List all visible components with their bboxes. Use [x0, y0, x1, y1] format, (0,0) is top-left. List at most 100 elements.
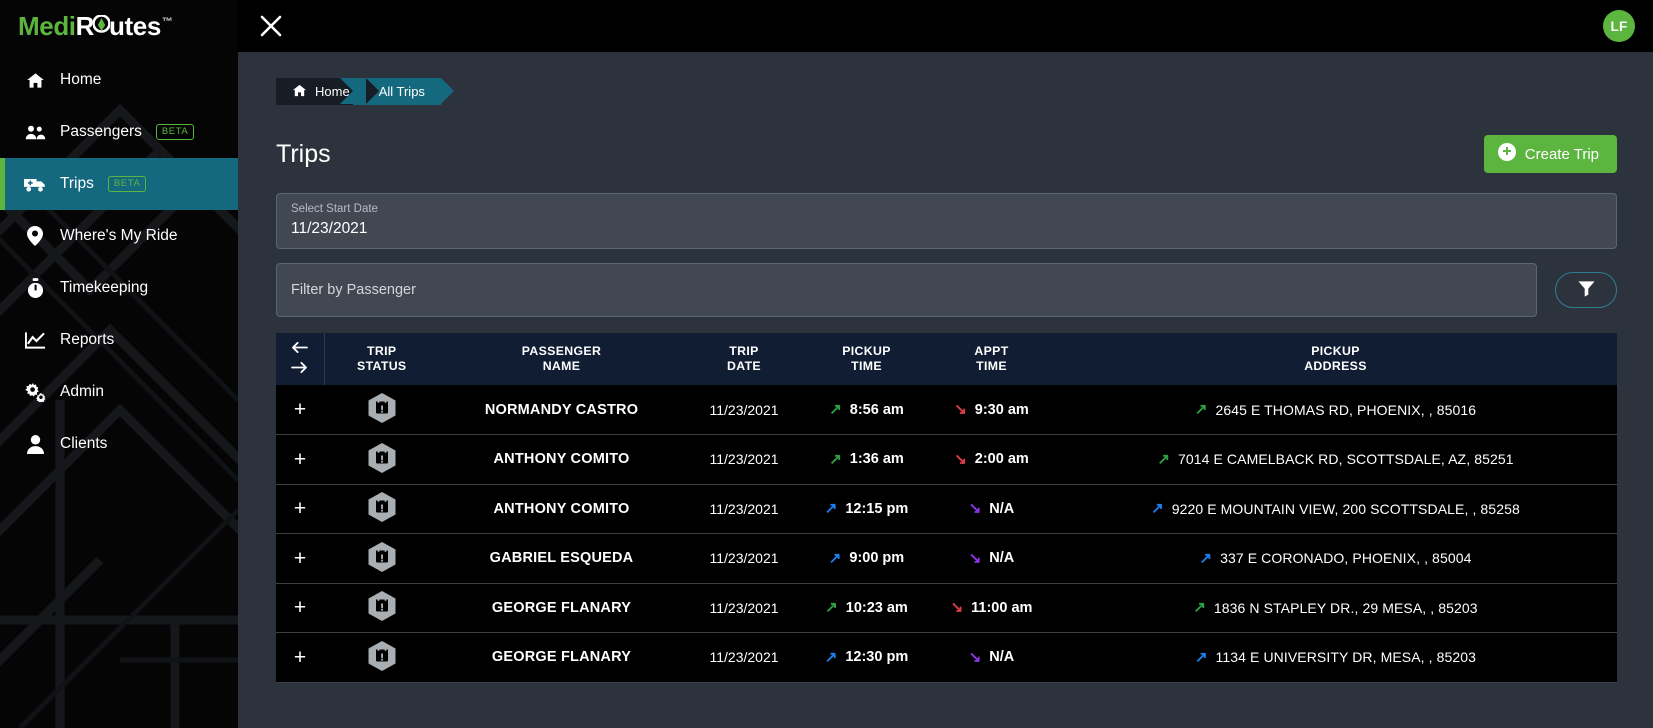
chart-line-icon: [24, 331, 46, 349]
logo-pin-icon: [93, 14, 111, 39]
header-line2: STATUS: [357, 359, 407, 373]
table-row[interactable]: + GABRIEL ESQUEDA 11/23/2021 ↗ 9:00 pm ↘ N/A ↗ 3…: [276, 533, 1617, 584]
logo-medi: Medi: [18, 10, 76, 41]
apply-filter-button[interactable]: [1555, 272, 1617, 308]
table-row[interactable]: + GEORGE FLANARY 11/23/2021 ↗ 12:30 pm ↘ N/A ↗ 1…: [276, 632, 1617, 683]
start-date-field[interactable]: Select Start Date 11/23/2021: [276, 193, 1617, 249]
row-expand-button[interactable]: +: [276, 534, 324, 584]
expand-all-toggle[interactable]: [276, 333, 325, 385]
cell-trip-date: 11/23/2021: [709, 599, 779, 616]
cell-appt-time: ↘ 9:30 am: [954, 401, 1029, 418]
row-expand-button[interactable]: +: [276, 435, 324, 485]
row-expand-button[interactable]: +: [276, 633, 324, 683]
header-line2: TIME: [976, 359, 1007, 373]
cell-pickup-time: ↗ 8:56 am: [829, 401, 904, 418]
column-header-trip-date[interactable]: TRIP DATE: [684, 333, 804, 385]
trend-up-arrow-icon: ↗: [825, 599, 838, 617]
breadcrumb-current-label: All Trips: [378, 84, 425, 99]
hexagon-calendar-alert-icon[interactable]: [367, 442, 397, 474]
header-line1: PASSENGER: [521, 344, 602, 358]
cell-trip-status: [324, 435, 439, 485]
arrow-left-icon: [291, 341, 309, 358]
sidebar-item-label: Clients: [60, 435, 108, 452]
cell-appt-time: ↘ 11:00 am: [950, 599, 1033, 617]
sidebar-item-admin[interactable]: Admin: [0, 366, 238, 418]
table-row[interactable]: + NORMANDY CASTRO 11/23/2021 ↗ 8:56 am ↘ 9:30 …: [276, 385, 1617, 435]
cell-pickup-time: ↗ 12:30 pm: [824, 648, 909, 666]
sidebar-item-label: Reports: [60, 331, 115, 348]
sidebar-item-label: Home: [60, 71, 102, 88]
logo-r: R: [75, 10, 95, 41]
sidebar-badge-beta: BETA: [155, 124, 195, 140]
trend-up-arrow-icon: ↗: [1194, 648, 1208, 666]
header-line1: PICKUP: [1311, 344, 1360, 358]
trend-up-arrow-icon: ↗: [1194, 401, 1208, 418]
trend-up-arrow-icon: ↗: [1151, 500, 1164, 518]
main-content: Home All Trips Trips Create Trip Select …: [238, 0, 1653, 728]
column-header-pickup-time[interactable]: PICKUP TIME: [804, 333, 929, 385]
column-header-pickup-address[interactable]: PICKUP ADDRESS: [1054, 333, 1617, 385]
header-line2: DATE: [727, 359, 761, 373]
logo-text: MediR utes™: [18, 11, 173, 42]
hexagon-calendar-alert-icon[interactable]: [367, 541, 397, 573]
sidebar-item-reports[interactable]: Reports: [0, 314, 238, 366]
trend-up-arrow-icon: ↗: [1193, 599, 1206, 617]
hexagon-calendar-alert-icon[interactable]: [367, 392, 397, 424]
table-row[interactable]: + ANTHONY COMITO 11/23/2021 ↗ 12:15 pm ↘ N/A ↗ 9…: [276, 484, 1617, 534]
hexagon-calendar-alert-icon[interactable]: [367, 590, 397, 622]
cell-trip-date: 11/23/2021: [709, 401, 779, 418]
sidebar-item-home[interactable]: Home: [0, 54, 238, 106]
sidebar-item-trips[interactable]: Trips BETA: [0, 158, 238, 210]
cell-passenger-name: ANTHONY COMITO: [493, 451, 630, 468]
cell-pickup-address: ↗ 7014 E CAMELBACK RD, SCOTTSDALE, AZ, 85…: [1157, 450, 1514, 468]
cell-appt-time: ↘ N/A: [968, 648, 1015, 666]
sidebar-item-clients[interactable]: Clients: [0, 418, 238, 470]
sidebar-item-label: Timekeeping: [60, 279, 149, 296]
people-icon: [24, 123, 46, 142]
passenger-filter-input[interactable]: Filter by Passenger: [276, 263, 1537, 317]
home-icon: [24, 71, 46, 90]
sidebar: MediR utes™ Home Passengers BETA Trips B…: [0, 0, 238, 728]
header-line2: ADDRESS: [1304, 359, 1367, 373]
trend-down-arrow-icon: ↘: [954, 401, 967, 418]
app-logo[interactable]: MediR utes™: [0, 0, 238, 52]
cell-trip-date: 11/23/2021: [709, 649, 779, 666]
trend-up-arrow-icon: ↗: [824, 648, 838, 666]
header-line2: NAME: [542, 359, 581, 373]
hexagon-calendar-alert-icon[interactable]: [367, 640, 397, 672]
avatar[interactable]: LF: [1603, 10, 1635, 42]
app-root: MediR utes™ Home Passengers BETA Trips B…: [0, 0, 1653, 728]
trend-up-arrow-icon: ↗: [824, 500, 838, 518]
sidebar-item-label: Admin: [60, 383, 104, 400]
row-expand-button[interactable]: +: [276, 385, 324, 435]
column-header-appt-time[interactable]: APPT TIME: [929, 333, 1054, 385]
create-trip-button[interactable]: Create Trip: [1483, 135, 1617, 173]
sidebar-item-passengers[interactable]: Passengers BETA: [0, 106, 238, 158]
close-icon[interactable]: [258, 13, 284, 39]
filter-row: Filter by Passenger: [276, 263, 1617, 317]
trend-up-arrow-icon: ↗: [828, 549, 842, 567]
topbar: LF: [238, 0, 1653, 52]
sidebar-item-timekeeping[interactable]: Timekeeping: [0, 262, 238, 314]
sidebar-item-wheres-my-ride[interactable]: Where's My Ride: [0, 210, 238, 262]
column-header-passenger-name[interactable]: PASSENGER NAME: [439, 333, 684, 385]
create-trip-label: Create Trip: [1524, 145, 1599, 163]
hexagon-calendar-alert-icon[interactable]: [367, 491, 397, 523]
cell-passenger-name: GEORGE FLANARY: [491, 599, 632, 616]
cell-appt-time: ↘ 2:00 am: [954, 450, 1029, 468]
column-header-trip-status[interactable]: TRIP STATUS: [324, 333, 439, 385]
table-row[interactable]: + GEORGE FLANARY 11/23/2021 ↗ 10:23 am ↘ 11:00…: [276, 583, 1617, 633]
breadcrumb: Home All Trips: [276, 78, 1617, 105]
table-row[interactable]: + ANTHONY COMITO 11/23/2021 ↗ 1:36 am ↘ 2:00 a…: [276, 434, 1617, 485]
cell-pickup-time: ↗ 1:36 am: [829, 450, 904, 468]
row-expand-button[interactable]: +: [276, 583, 324, 633]
start-date-label: Select Start Date: [291, 203, 378, 215]
cell-trip-date: 11/23/2021: [709, 500, 779, 517]
trend-up-arrow-icon: ↗: [829, 401, 842, 418]
cell-pickup-address: ↗ 337 E CORONADO, PHOENIX, , 85004: [1199, 549, 1472, 567]
cell-pickup-time: ↗ 12:15 pm: [824, 500, 909, 518]
row-expand-button[interactable]: +: [276, 484, 324, 534]
header-line1: TRIP: [367, 344, 397, 358]
sidebar-item-label: Where's My Ride: [60, 227, 178, 244]
trend-down-arrow-icon: ↘: [950, 599, 964, 617]
